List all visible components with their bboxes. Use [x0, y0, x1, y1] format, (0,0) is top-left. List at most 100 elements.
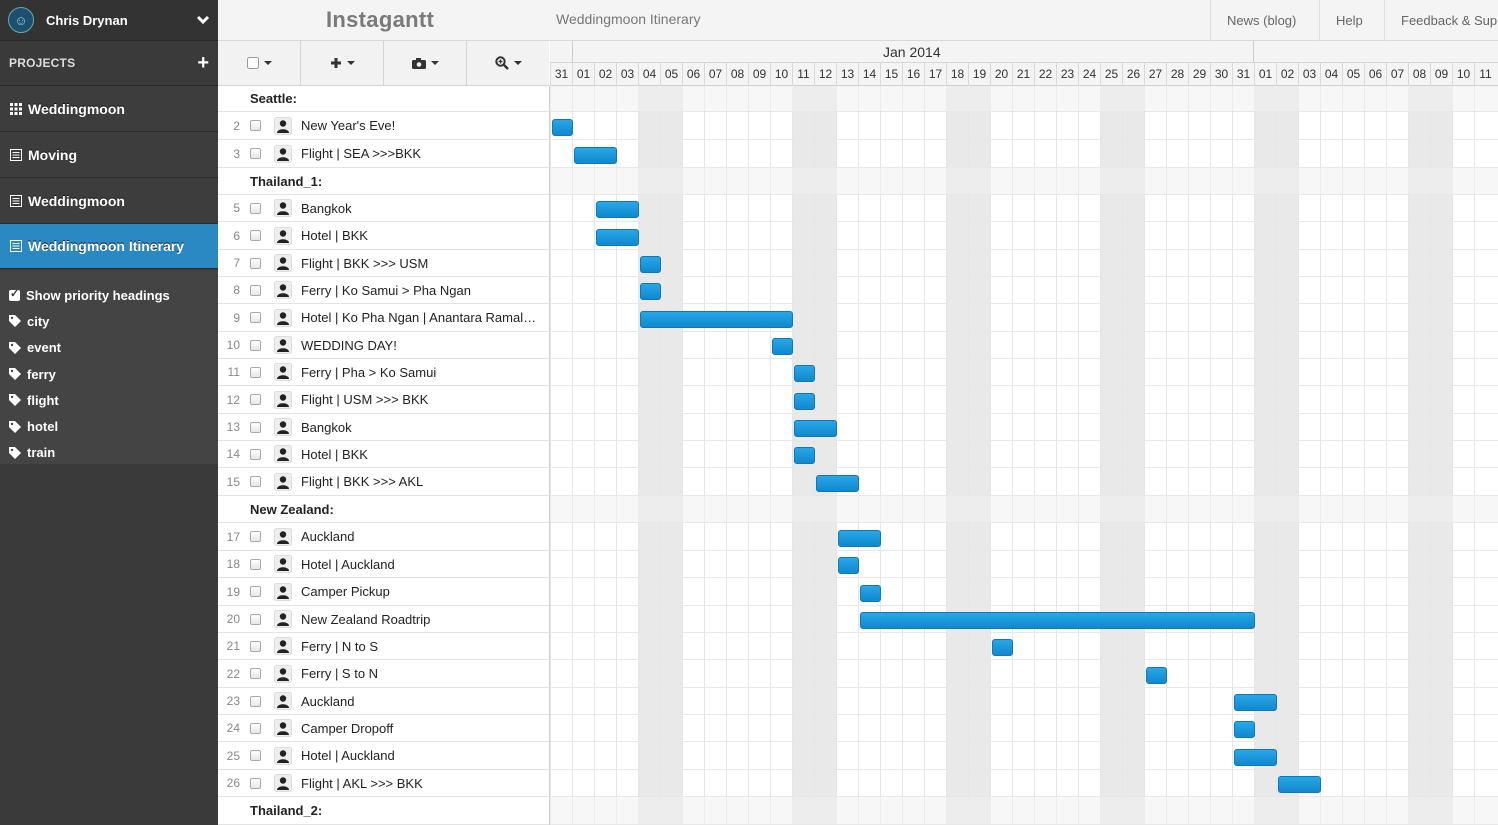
zoom-menu-button[interactable]	[467, 41, 549, 85]
task-name[interactable]: Flight | USM >>> BKK	[301, 392, 541, 407]
assignee-user-icon[interactable]	[274, 582, 292, 601]
task-checkbox[interactable]	[250, 284, 261, 296]
task-name[interactable]: Ferry | Ko Samui > Pha Ngan	[301, 283, 541, 298]
select-menu-button[interactable]	[218, 41, 301, 85]
task-checkbox[interactable]	[250, 394, 261, 405]
assignee-user-icon[interactable]	[274, 226, 292, 245]
assignee-user-icon[interactable]	[274, 774, 292, 792]
task-bar[interactable]	[640, 256, 661, 273]
assignee-user-icon[interactable]	[274, 637, 292, 655]
group-heading[interactable]: Seattle:	[218, 86, 549, 112]
task-name[interactable]: Flight | SEA >>>BKK	[301, 146, 541, 161]
task-name[interactable]: Ferry | Pha > Ko Samui	[301, 365, 541, 380]
checkbox-icon[interactable]	[9, 287, 20, 301]
task-row[interactable]: 26 Flight | AKL >>> BKK	[218, 770, 549, 797]
tag-filter[interactable]: flight	[0, 387, 218, 413]
task-bar[interactable]	[838, 557, 859, 574]
task-row[interactable]: 11 Ferry | Pha > Ko Samui	[218, 359, 549, 386]
assignee-user-icon[interactable]	[274, 472, 292, 491]
task-checkbox[interactable]	[250, 558, 261, 570]
task-row[interactable]: 10 WEDDING DAY!	[218, 332, 549, 359]
task-bar[interactable]	[1234, 694, 1277, 711]
assignee-user-icon[interactable]	[274, 281, 292, 299]
tag-filter[interactable]: hotel	[0, 413, 218, 439]
task-row[interactable]: 21 Ferry | N to S	[218, 633, 549, 660]
assignee-user-icon[interactable]	[274, 664, 292, 683]
task-name[interactable]: Ferry | N to S	[301, 639, 541, 654]
assignee-user-icon[interactable]	[274, 746, 292, 765]
task-bar[interactable]	[640, 283, 661, 300]
tag-filter[interactable]: ferry	[0, 361, 218, 387]
task-row[interactable]: 9 Hotel | Ko Pha Ngan | Anantara Ramal…	[218, 304, 549, 332]
camera-menu-button[interactable]	[384, 41, 467, 85]
tag-filter[interactable]: event	[0, 335, 218, 361]
task-checkbox[interactable]	[250, 312, 261, 323]
task-bar[interactable]	[1234, 721, 1255, 738]
task-row[interactable]: 23 Auckland	[218, 688, 549, 715]
task-checkbox[interactable]	[250, 476, 261, 487]
task-bar[interactable]	[860, 612, 1255, 629]
task-checkbox[interactable]	[250, 448, 261, 460]
task-row[interactable]: 8 Ferry | Ko Samui > Pha Ngan	[218, 277, 549, 304]
task-checkbox[interactable]	[250, 586, 261, 597]
task-bar[interactable]	[992, 639, 1013, 656]
task-row[interactable]: 13 Bangkok	[218, 414, 549, 441]
task-checkbox[interactable]	[250, 695, 261, 707]
assignee-user-icon[interactable]	[274, 116, 292, 135]
tag-filter[interactable]: city	[0, 308, 218, 334]
task-row[interactable]: 2 New Year's Eve!	[218, 112, 549, 140]
task-name[interactable]: New Year's Eve!	[301, 118, 541, 133]
task-bar[interactable]	[640, 311, 793, 328]
task-row[interactable]: 6 Hotel | BKK	[218, 222, 549, 250]
assignee-user-icon[interactable]	[274, 144, 292, 163]
task-name[interactable]: Hotel | Auckland	[301, 748, 541, 763]
task-checkbox[interactable]	[250, 339, 261, 351]
task-checkbox[interactable]	[250, 366, 261, 378]
project-item[interactable]: Weddingmoon Itinerary	[0, 224, 218, 269]
assignee-user-icon[interactable]	[274, 336, 292, 354]
assignee-user-icon[interactable]	[274, 199, 292, 217]
task-checkbox[interactable]	[250, 750, 261, 761]
assignee-user-icon[interactable]	[274, 363, 292, 381]
task-name[interactable]: Hotel | Ko Pha Ngan | Anantara Ramal…	[301, 310, 541, 325]
assignee-user-icon[interactable]	[274, 418, 292, 436]
task-bar[interactable]	[794, 393, 815, 410]
brand-logo[interactable]: Instagantt	[326, 7, 434, 33]
task-name[interactable]: Bangkok	[301, 420, 541, 435]
chevron-down-icon[interactable]	[196, 13, 210, 27]
task-row[interactable]: 14 Hotel | BKK	[218, 441, 549, 468]
task-checkbox[interactable]	[250, 120, 261, 131]
assignee-user-icon[interactable]	[274, 719, 292, 737]
project-item[interactable]: Moving	[0, 132, 218, 178]
task-checkbox[interactable]	[250, 230, 261, 241]
task-bar[interactable]	[772, 338, 793, 355]
task-bar[interactable]	[596, 229, 639, 246]
task-row[interactable]: 3 Flight | SEA >>>BKK	[218, 140, 549, 168]
assignee-user-icon[interactable]	[274, 308, 292, 327]
group-heading[interactable]: New Zealand:	[218, 496, 549, 523]
task-name[interactable]: Bangkok	[301, 201, 541, 216]
task-bar[interactable]	[1234, 749, 1277, 766]
group-heading[interactable]: Thailand_2:	[218, 797, 549, 825]
task-name[interactable]: Auckland	[301, 529, 541, 544]
task-name[interactable]: Ferry | S to N	[301, 666, 541, 681]
task-row[interactable]: 17 Auckland	[218, 523, 549, 551]
user-menu[interactable]: ☺ Chris Drynan	[0, 0, 218, 41]
task-name[interactable]: Flight | BKK >>> AKL	[301, 474, 541, 489]
task-row[interactable]: 18 Hotel | Auckland	[218, 551, 549, 578]
task-bar[interactable]	[794, 420, 837, 437]
task-bar[interactable]	[794, 447, 815, 464]
task-bar[interactable]	[1278, 776, 1321, 793]
task-bar[interactable]	[574, 147, 617, 164]
task-row[interactable]: 22 Ferry | S to N	[218, 660, 549, 688]
task-checkbox[interactable]	[250, 668, 261, 679]
task-bar[interactable]	[552, 119, 573, 136]
assignee-user-icon[interactable]	[274, 390, 292, 409]
task-name[interactable]: Hotel | Auckland	[301, 557, 541, 572]
task-checkbox[interactable]	[250, 257, 261, 269]
assignee-user-icon[interactable]	[274, 610, 292, 628]
task-row[interactable]: 24 Camper Dropoff	[218, 715, 549, 742]
task-row[interactable]: 5 Bangkok	[218, 195, 549, 222]
assignee-user-icon[interactable]	[274, 254, 292, 272]
task-bar[interactable]	[1146, 667, 1167, 684]
